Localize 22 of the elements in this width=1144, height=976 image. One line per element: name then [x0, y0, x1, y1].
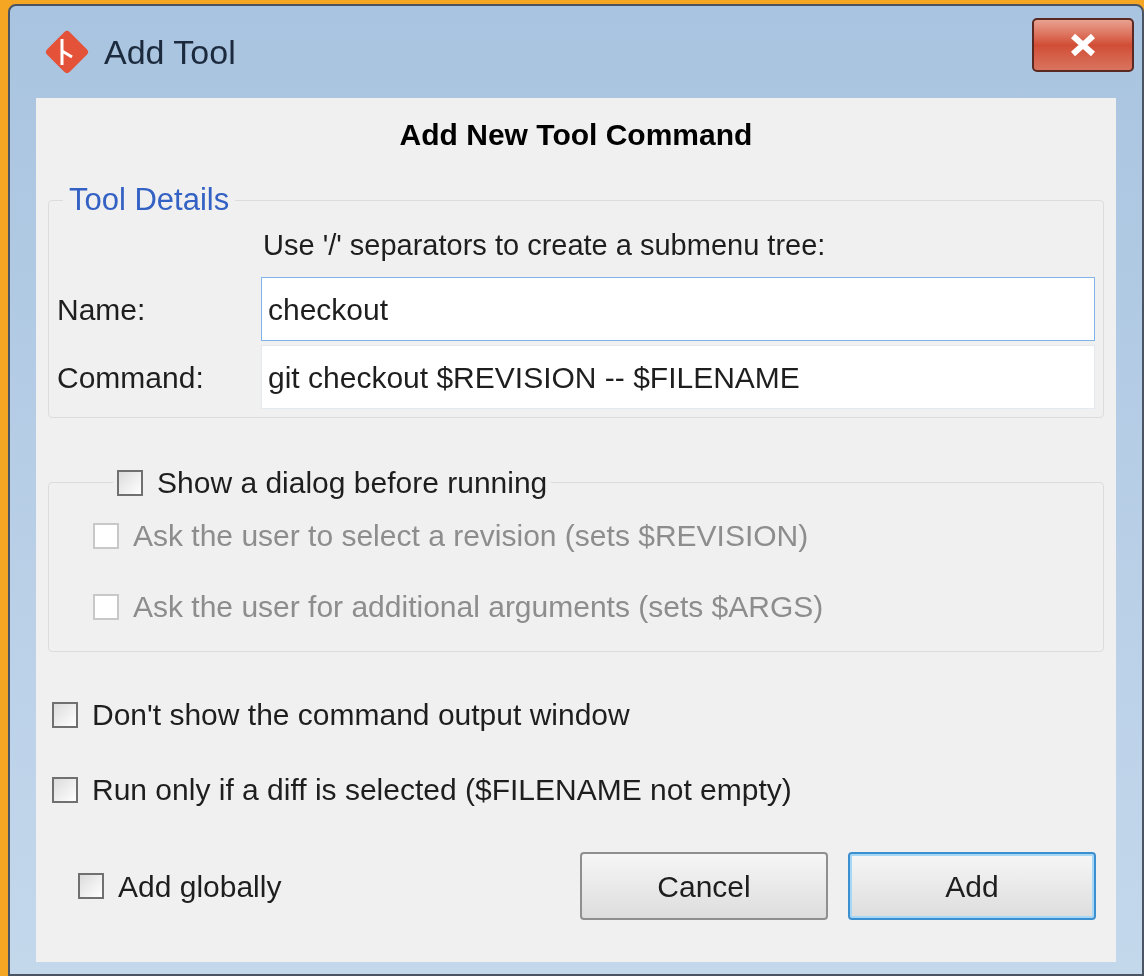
checkbox-label: Don't show the command output window	[92, 697, 630, 733]
field-label: Name:	[57, 291, 147, 328]
cancel-button[interactable]: Cancel	[580, 852, 828, 920]
dialog-heading: Add New Tool Command	[398, 117, 754, 153]
checkbox-label: Ask the user to select a revision (sets $REVISION)	[133, 518, 809, 554]
checkbox[interactable]	[52, 776, 78, 803]
window-title: Add Tool	[104, 31, 236, 73]
field-label: Command:	[57, 359, 205, 396]
close-icon	[1068, 33, 1098, 57]
checkbox-label: Show a dialog before running	[157, 465, 548, 501]
checkbox[interactable]	[78, 873, 104, 899]
text-field[interactable]: git checkout $REVISION -- $FILENAME	[261, 345, 1095, 409]
checkbox-label: Run only if a diff is selected ($FILENAME not empty)	[92, 772, 792, 808]
checkbox[interactable]	[52, 701, 78, 728]
group-legend: Tool Details	[63, 177, 236, 224]
text-field[interactable]: checkout	[261, 277, 1095, 341]
close-button[interactable]	[1032, 18, 1134, 72]
add-button[interactable]: Add	[848, 852, 1096, 920]
checkbox-label: Ask the user for additional arguments (sets $ARGS)	[133, 589, 824, 625]
checkbox[interactable]	[117, 469, 143, 496]
checkbox-label: Add globally	[118, 868, 282, 905]
hint-text: Use '/' separators to create a submenu tree:	[263, 227, 827, 263]
